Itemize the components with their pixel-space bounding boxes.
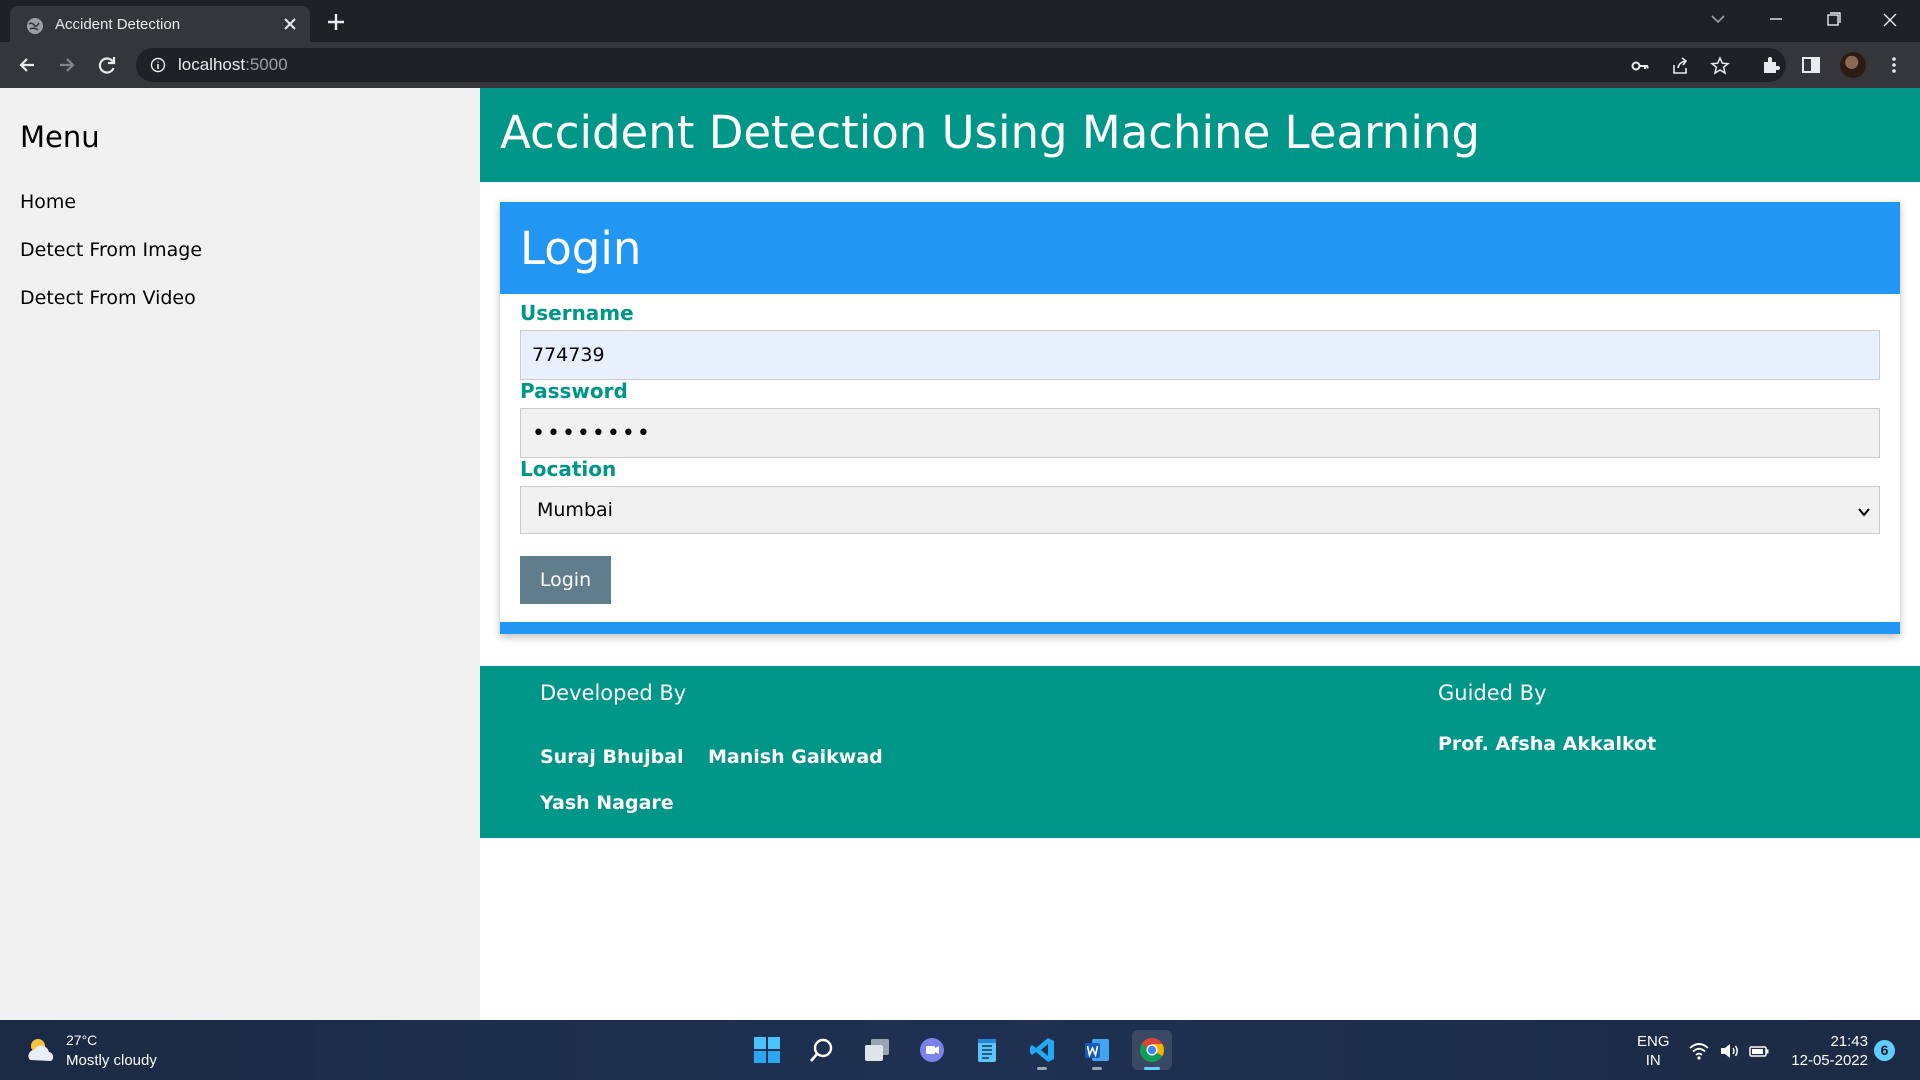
weather-temperature: 27°C — [66, 1032, 98, 1048]
password-label: Password — [520, 379, 628, 403]
battery-icon[interactable] — [1748, 1040, 1770, 1062]
username-label: Username — [520, 301, 634, 325]
taskbar-vscode[interactable] — [1022, 1030, 1062, 1070]
clock-time: 21:43 — [1830, 1033, 1868, 1050]
sidebar: Menu Home Detect From Image Detect From … — [0, 88, 480, 1020]
back-icon[interactable] — [13, 51, 41, 79]
side-panel-icon[interactable] — [1800, 54, 1822, 76]
extensions-icon[interactable] — [1760, 54, 1782, 76]
wifi-icon[interactable] — [1688, 1040, 1710, 1062]
browser-tab[interactable]: Accident Detection — [10, 6, 310, 42]
start-button[interactable] — [747, 1030, 787, 1070]
search-icon — [810, 1038, 833, 1062]
running-indicator — [1037, 1067, 1047, 1070]
taskbar-search[interactable] — [802, 1030, 842, 1070]
chevron-down-icon — [1858, 508, 1870, 517]
page-title: Accident Detection Using Machine Learnin… — [500, 106, 1480, 159]
weather-cloudy-icon[interactable] — [24, 1034, 58, 1066]
url-text: localhost:5000 — [178, 55, 288, 75]
username-input[interactable] — [520, 330, 1880, 380]
password-input[interactable] — [520, 408, 1880, 458]
more-menu-icon[interactable] — [1883, 54, 1905, 76]
guide-name: Prof. Afsha Akkalkot — [1438, 733, 1657, 755]
taskbar-chat[interactable] — [912, 1030, 952, 1070]
running-indicator — [1092, 1067, 1102, 1070]
taskbar-word[interactable] — [1077, 1030, 1117, 1070]
notepad-icon — [978, 1039, 996, 1062]
new-tab-icon[interactable] — [324, 10, 348, 34]
reload-icon[interactable] — [93, 51, 121, 79]
login-button[interactable]: Login — [520, 556, 611, 604]
guided-by-heading: Guided By — [1438, 681, 1547, 705]
browser-tab-bar: Accident Detection — [0, 0, 1920, 42]
sidebar-item-detect-from-video[interactable]: Detect From Video — [20, 287, 196, 309]
system-clock[interactable]: 21:43 12-05-2022 — [1786, 1032, 1868, 1070]
region-code: IN — [1645, 1052, 1661, 1069]
developer-name: Suraj Bhujbal — [540, 746, 684, 768]
weather-description: Mostly cloudy — [66, 1052, 157, 1069]
key-icon[interactable] — [1630, 56, 1650, 76]
tab-title: Accident Detection — [55, 16, 181, 33]
task-view-icon — [865, 1039, 889, 1061]
taskbar: 27°C Mostly cloudy ENG IN 21:43 12-05-20… — [0, 1020, 1920, 1080]
language-code: ENG — [1637, 1033, 1670, 1050]
globe-icon — [27, 18, 43, 34]
taskbar-notepad[interactable] — [967, 1030, 1007, 1070]
url-port: :5000 — [245, 55, 288, 74]
volume-icon[interactable] — [1718, 1040, 1740, 1062]
location-label: Location — [520, 457, 617, 481]
tab-search-icon[interactable] — [1700, 6, 1736, 34]
active-indicator — [1144, 1067, 1160, 1070]
language-indicator[interactable]: ENG IN — [1637, 1032, 1670, 1070]
login-card-header: Login — [500, 202, 1900, 294]
location-select[interactable]: Mumbai — [520, 486, 1880, 534]
login-card-title: Login — [520, 222, 642, 275]
sidebar-item-detect-from-image[interactable]: Detect From Image — [20, 239, 202, 261]
developed-by-heading: Developed By — [540, 681, 687, 705]
taskbar-task-view[interactable] — [857, 1030, 897, 1070]
window-close-icon[interactable] — [1872, 6, 1908, 34]
info-icon[interactable] — [150, 57, 166, 73]
page-viewport: Menu Home Detect From Image Detect From … — [0, 88, 1920, 1020]
clock-date: 12-05-2022 — [1791, 1052, 1868, 1069]
url-host: localhost — [178, 55, 246, 74]
developer-name: Yash Nagare — [540, 792, 674, 814]
location-selected-value: Mumbai — [537, 499, 613, 521]
taskbar-chrome[interactable] — [1132, 1030, 1172, 1070]
bookmark-star-icon[interactable] — [1710, 56, 1730, 76]
sidebar-item-home[interactable]: Home — [20, 191, 76, 213]
page-header: Accident Detection Using Machine Learnin… — [480, 88, 1920, 182]
close-icon[interactable] — [280, 14, 300, 34]
vscode-icon — [1030, 1038, 1054, 1062]
restore-icon[interactable] — [1815, 6, 1851, 34]
main-content: Accident Detection Using Machine Learnin… — [480, 88, 1920, 1020]
developer-name: Manish Gaikwad — [708, 746, 883, 768]
minimize-icon[interactable] — [1758, 6, 1794, 34]
share-icon[interactable] — [1670, 56, 1690, 76]
notification-badge[interactable]: 6 — [1874, 1040, 1895, 1061]
browser-toolbar: localhost:5000 — [0, 42, 1920, 88]
address-bar[interactable]: localhost:5000 — [136, 48, 1786, 82]
chat-icon — [920, 1038, 944, 1062]
footer: Developed By Suraj Bhujbal Manish Gaikwa… — [480, 666, 1920, 838]
login-card: Login Username Password Location Mumbai … — [500, 202, 1900, 634]
menu-title: Menu — [20, 120, 100, 154]
forward-icon[interactable] — [53, 51, 81, 79]
word-icon — [1085, 1039, 1109, 1061]
profile-avatar[interactable] — [1840, 52, 1866, 78]
login-card-bottom-bar — [500, 622, 1900, 634]
start-icon — [754, 1037, 780, 1063]
chrome-icon — [1140, 1038, 1164, 1063]
